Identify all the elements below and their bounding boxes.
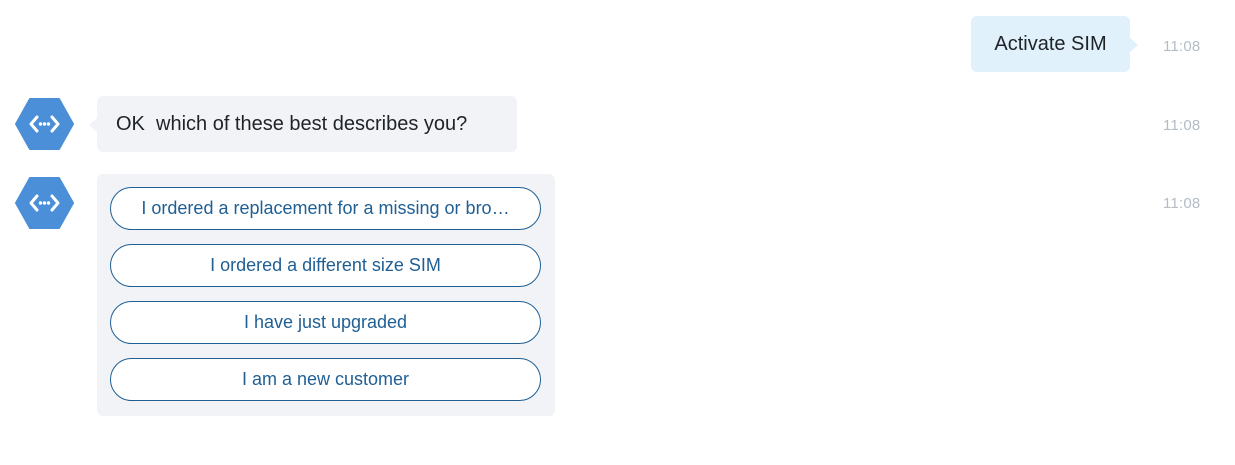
bot-message-timestamp: 11:08 — [1163, 117, 1201, 134]
user-message-text: Activate SIM — [994, 32, 1107, 55]
bot-options-timestamp: 11:08 — [1163, 195, 1201, 212]
user-message-bubble: Activate SIM — [971, 16, 1138, 72]
bot-message-bubble: OK which of these best describes you? — [89, 96, 517, 152]
option-upgraded-button[interactable]: I have just upgraded — [110, 301, 541, 344]
code-brackets-hexagon-icon — [15, 98, 74, 150]
quick-reply-options: I ordered a replacement for a missing or… — [97, 174, 555, 416]
option-different-size-button[interactable]: I ordered a different size SIM — [110, 244, 541, 287]
option-label: I am a new customer — [241, 369, 410, 389]
option-label: I ordered a different size SIM — [210, 255, 441, 275]
chat-transcript: Activate SIM 11:08 OK which of these bes… — [0, 0, 1235, 465]
option-label: I have just upgraded — [243, 312, 408, 332]
user-message-timestamp: 11:08 — [1163, 38, 1201, 55]
option-replacement-button[interactable]: I ordered a replacement for a missing or… — [110, 187, 541, 230]
bot-message-text: OK which of these best describes you? — [116, 112, 468, 135]
bot-avatar — [15, 98, 74, 150]
code-brackets-hexagon-icon — [15, 177, 74, 229]
option-new-customer-button[interactable]: I am a new customer — [110, 358, 541, 401]
bot-avatar — [15, 177, 74, 229]
option-label: I ordered a replacement for a missing or… — [141, 198, 510, 218]
